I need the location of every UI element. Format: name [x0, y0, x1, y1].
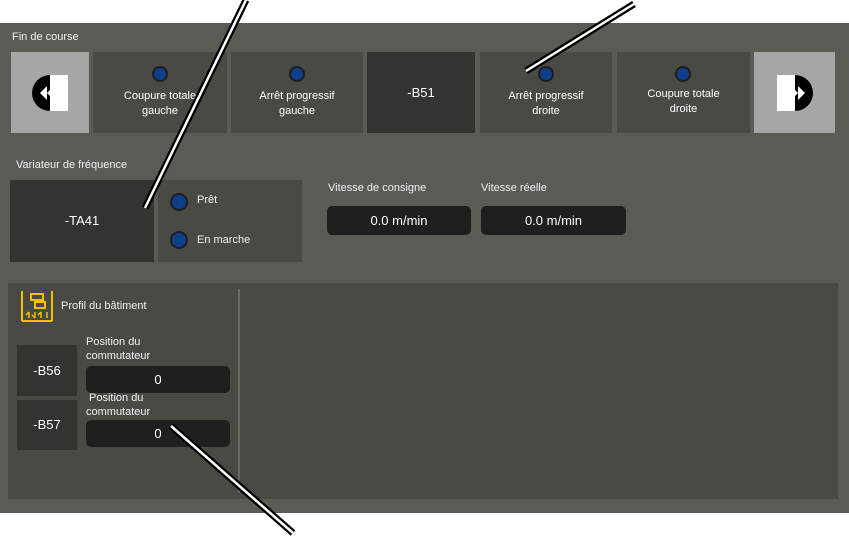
- prev-button[interactable]: [11, 52, 89, 133]
- ready-label: Prêt: [197, 194, 218, 206]
- limit-switch-device-tile: -B51: [367, 52, 475, 133]
- rewind-icon: [32, 74, 68, 111]
- running-led: [170, 231, 188, 249]
- left-progressive-stop-line1: Arrêt progressif: [259, 90, 335, 102]
- b57-device-tile: -B57: [17, 400, 77, 450]
- b56-device-label: -B56: [33, 363, 61, 378]
- b56-device-tile: -B56: [17, 345, 77, 396]
- left-progressive-stop-line2: gauche: [278, 105, 316, 117]
- left-progressive-stop-tile: Arrêt progressif gauche: [231, 52, 363, 133]
- right-total-cut-led: [675, 66, 691, 82]
- running-label: En marche: [197, 234, 251, 246]
- ready-led: [170, 193, 188, 211]
- switch-profile-icon: [21, 291, 53, 322]
- b57-switch-position-label-line1: Position du: [89, 392, 144, 404]
- vfd-device-label: -TA41: [64, 213, 100, 228]
- right-progressive-stop-line2: droite: [532, 105, 560, 117]
- b56-switch-position-value: 0: [86, 366, 230, 393]
- right-progressive-stop-line1: Arrêt progressif: [508, 90, 584, 102]
- b56-switch-position-label-line1: Position du: [86, 336, 141, 348]
- next-button[interactable]: [754, 52, 835, 133]
- building-profile-title: Profil du bâtiment: [61, 300, 147, 312]
- vfd-status-tile: Prêt En marche: [158, 180, 302, 262]
- b56-switch-position-label-line2: commutateur: [86, 350, 151, 362]
- actual-speed-value: 0.0 m/min: [481, 206, 626, 235]
- left-progressive-stop-led: [289, 66, 305, 82]
- limit-switch-device-label: -B51: [407, 85, 435, 100]
- section-divider: [238, 289, 240, 493]
- right-total-cut-tile: Coupure totale droite: [617, 52, 750, 133]
- vfd-device-tile: -TA41: [10, 180, 154, 262]
- vfd-title: Variateur de fréquence: [16, 159, 128, 171]
- right-progressive-stop-tile: Arrêt progressif droite: [480, 52, 612, 133]
- b57-switch-position-label-line2: commutateur: [86, 406, 151, 418]
- actual-speed-label: Vitesse réelle: [481, 182, 547, 194]
- fast-forward-icon: [776, 74, 813, 111]
- setpoint-speed-value: 0.0 m/min: [327, 206, 471, 235]
- left-total-cut-line2: gauche: [141, 105, 179, 117]
- right-progressive-stop-led: [538, 66, 554, 82]
- left-total-cut-tile: Coupure totale gauche: [93, 52, 227, 133]
- right-total-cut-line2: droite: [669, 103, 698, 115]
- left-total-cut-led: [152, 66, 168, 82]
- limit-switch-title: Fin de course: [12, 31, 79, 43]
- b57-switch-position-value: 0: [86, 420, 230, 447]
- b57-device-label: -B57: [33, 417, 61, 432]
- setpoint-speed-label: Vitesse de consigne: [328, 182, 427, 194]
- right-total-cut-line1: Coupure totale: [647, 88, 720, 100]
- left-total-cut-line1: Coupure totale: [123, 90, 197, 102]
